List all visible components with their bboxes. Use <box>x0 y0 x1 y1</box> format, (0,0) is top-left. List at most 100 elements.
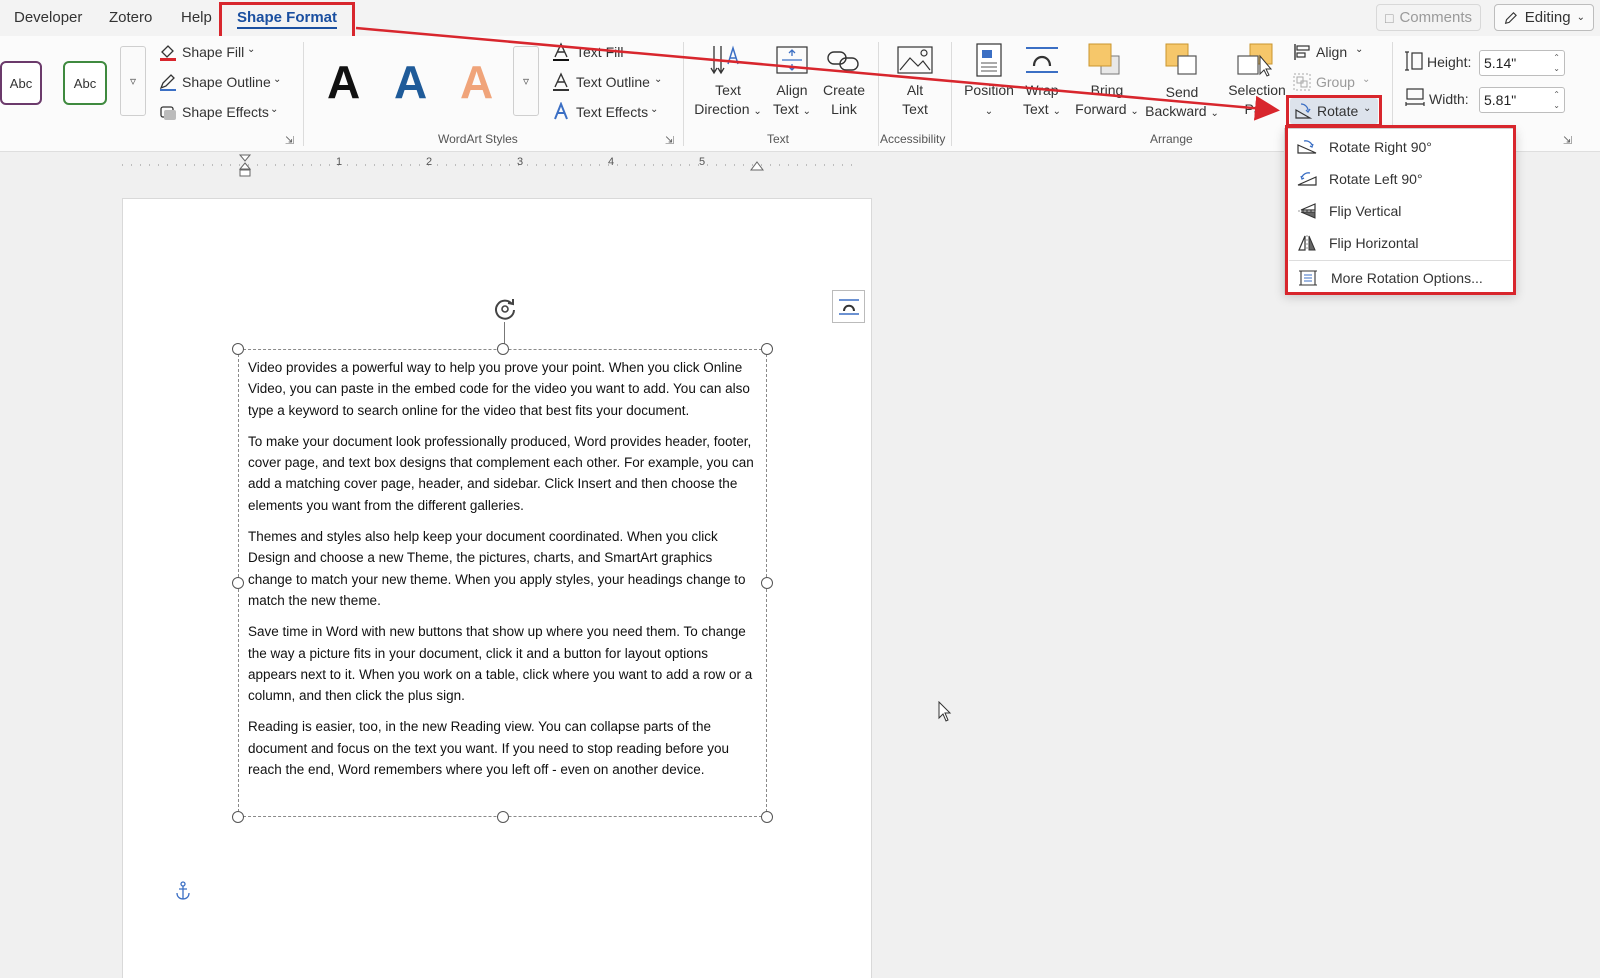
align-objects-icon <box>1294 44 1310 60</box>
paragraph: To make your document look professionall… <box>248 433 754 513</box>
arrange-group-label: Arrange <box>1150 132 1193 146</box>
editing-mode-button[interactable]: Editing ⌄ <box>1494 4 1594 31</box>
chevron-down-icon: ⌄ <box>1355 44 1364 55</box>
accessibility-group-label: Accessibility <box>880 132 946 146</box>
highlight-rotate-menu <box>1285 125 1516 295</box>
selection-pane-button[interactable]: Selection Pan <box>1222 81 1292 119</box>
text-fill-button[interactable]: Text Fill <box>576 44 623 60</box>
shape-fill-button[interactable]: Shape Fill <box>182 44 244 60</box>
indent-marker-icon[interactable] <box>238 154 252 178</box>
right-indent-marker-icon[interactable] <box>750 161 764 173</box>
shape-style-sample-1[interactable]: Abc <box>0 61 42 105</box>
create-link-icon <box>827 51 859 71</box>
shape-outline-button[interactable]: Shape Outline <box>182 74 271 90</box>
comment-icon: □ <box>1385 9 1394 26</box>
wordart-more-button[interactable]: ▿ <box>513 46 539 116</box>
tab-developer[interactable]: Developer <box>14 9 82 26</box>
selection-pane-icon <box>1237 43 1273 77</box>
text-outline-icon <box>553 72 569 91</box>
pen-outline-icon <box>159 74 176 91</box>
rotation-handle-icon[interactable] <box>490 294 520 324</box>
highlight-rotate-button <box>1286 95 1382 127</box>
chevron-down-icon: ⌄ <box>1576 12 1585 23</box>
comments-button[interactable]: □ Comments <box>1376 4 1481 31</box>
chevron-down-icon: ⌄ <box>247 44 256 55</box>
align-text-icon <box>776 46 808 74</box>
align-text-button[interactable]: Align Text ⌄ <box>766 81 818 121</box>
resize-handle-top-right[interactable] <box>761 343 773 355</box>
resize-handle-left[interactable] <box>232 577 244 589</box>
text-outline-button[interactable]: Text Outline <box>576 74 650 90</box>
group-objects-icon <box>1293 73 1311 91</box>
height-label: Height: <box>1427 54 1472 70</box>
ruler-mark: 1 <box>336 156 343 168</box>
text-direction-button[interactable]: Text Direction ⌄ <box>692 81 764 121</box>
resize-handle-right[interactable] <box>761 577 773 589</box>
width-icon <box>1405 88 1425 106</box>
chevron-down-icon: ⌄ <box>1362 74 1371 85</box>
ribbon-tab-bar: Developer Zotero Help Shape Format □ Com… <box>0 0 1600 43</box>
create-link-button[interactable]: Create Link <box>818 81 870 119</box>
align-button[interactable]: Align <box>1316 44 1347 60</box>
chevron-down-icon: ▿ <box>522 74 530 88</box>
text-effects-icon <box>554 102 568 120</box>
resize-handle-bottom-right[interactable] <box>761 811 773 823</box>
send-backward-button[interactable]: Send Backward ⌄ <box>1144 83 1220 123</box>
send-backward-icon <box>1165 43 1197 75</box>
shape-styles-more-button[interactable]: ▿ <box>120 46 146 116</box>
group-divider <box>683 42 684 146</box>
resize-handle-top-left[interactable] <box>232 343 244 355</box>
bring-forward-icon <box>1088 43 1120 75</box>
text-effects-button[interactable]: Text Effects <box>576 104 648 120</box>
ruler-mark: 2 <box>426 156 433 168</box>
height-input[interactable]: 5.14" ⌃ ⌄ <box>1479 50 1565 76</box>
wordart-style-black[interactable]: A <box>327 52 360 112</box>
group-divider <box>303 42 304 146</box>
wordart-style-blue[interactable]: A <box>394 52 427 112</box>
text-box[interactable]: Video provides a powerful way to help yo… <box>238 349 767 817</box>
bring-forward-button[interactable]: Bring Forward ⌄ <box>1072 81 1142 121</box>
spin-arrows-icon[interactable]: ⌃ ⌄ <box>1553 52 1560 74</box>
alt-text-icon <box>897 46 933 74</box>
resize-handle-bottom[interactable] <box>497 811 509 823</box>
dialog-launcher-icon[interactable]: ⇲ <box>285 134 294 147</box>
chevron-down-icon: ⌄ <box>654 74 663 85</box>
text-direction-icon <box>710 45 739 75</box>
chevron-down-icon: ⌄ <box>270 104 279 115</box>
chevron-down-icon: ⌄ <box>650 104 659 115</box>
resize-handle-top[interactable] <box>497 343 509 355</box>
group-button[interactable]: Group <box>1316 74 1355 90</box>
chevron-down-icon: ⌄ <box>273 74 282 85</box>
width-label: Width: <box>1429 91 1469 107</box>
wordart-group-label: WordArt Styles <box>438 132 518 146</box>
text-group-label: Text <box>767 132 790 146</box>
tab-help[interactable]: Help <box>181 9 212 26</box>
position-button[interactable]: Position ⌄ <box>960 81 1018 121</box>
mouse-cursor-icon <box>938 701 952 722</box>
dialog-launcher-icon[interactable]: ⇲ <box>665 134 674 147</box>
horizontal-ruler: 1 2 3 4 5 <box>122 152 862 178</box>
paragraph: Save time in Word with new buttons that … <box>248 624 753 704</box>
alt-text-button[interactable]: Alt Text <box>885 81 945 119</box>
width-input[interactable]: 5.81" ⌃ ⌄ <box>1479 87 1565 113</box>
pencil-icon <box>1504 11 1517 24</box>
spin-arrows-icon[interactable]: ⌃ ⌄ <box>1553 89 1560 111</box>
tab-zotero[interactable]: Zotero <box>109 9 152 26</box>
ruler-mark: 4 <box>608 156 615 168</box>
dialog-launcher-icon[interactable]: ⇲ <box>1563 134 1572 147</box>
layout-options-button[interactable] <box>832 290 865 323</box>
text-fill-icon <box>553 42 569 61</box>
ruler-mark: 3 <box>517 156 524 168</box>
paragraph: Themes and styles also help keep your do… <box>248 529 746 608</box>
wordart-style-orange[interactable]: A <box>460 52 493 112</box>
layout-options-icon <box>838 298 859 315</box>
shape-style-sample-2[interactable]: Abc <box>63 61 107 105</box>
shape-effects-button[interactable]: Shape Effects <box>182 104 269 120</box>
height-icon <box>1405 51 1423 71</box>
shape-effects-icon <box>160 106 176 120</box>
anchor-icon <box>176 881 190 900</box>
paint-bucket-icon <box>160 45 176 61</box>
resize-handle-bottom-left[interactable] <box>232 811 244 823</box>
group-divider <box>951 42 952 146</box>
wrap-text-button[interactable]: Wrap Text ⌄ <box>1014 81 1070 121</box>
